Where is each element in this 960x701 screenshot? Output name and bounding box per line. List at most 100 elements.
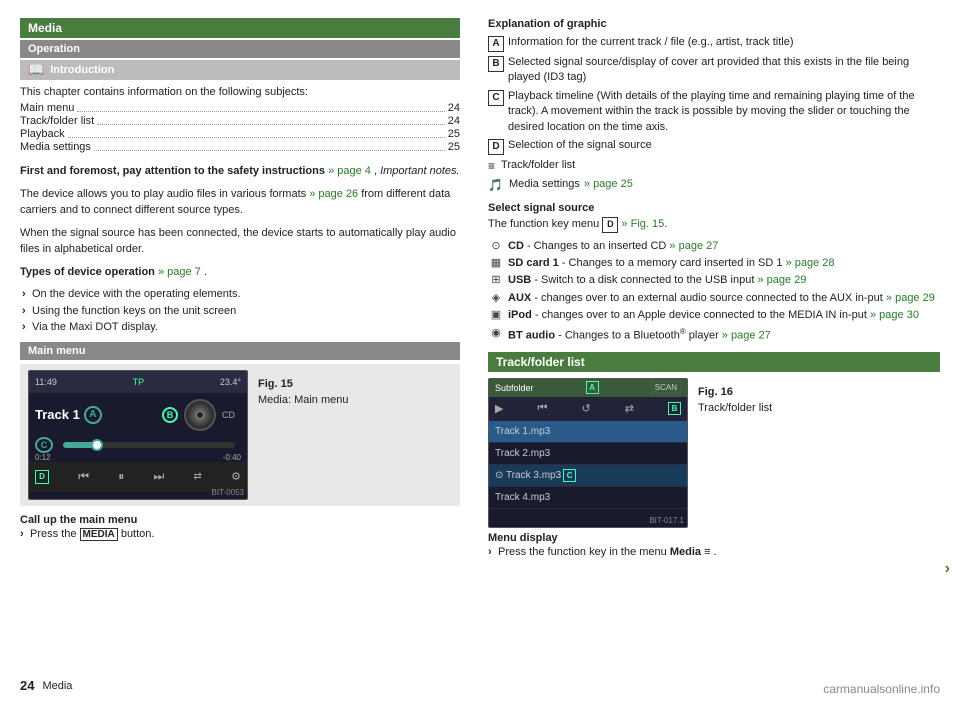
toc-playback: Playback [20, 128, 65, 140]
toc-row: Playback 25 [20, 128, 460, 140]
subfolder-label: Subfolder [495, 383, 534, 393]
signal-sd: ▦ SD card 1 - Changes to a memory card i… [488, 256, 940, 271]
aux-icon: ◈ [488, 291, 504, 306]
signal-ipod: ▣ iPod - changes over to an Apple device… [488, 308, 940, 323]
subfolder-bar: Subfolder A SCAN [489, 379, 687, 397]
skoda-cd-label: CD [222, 410, 235, 420]
list-item[interactable]: Track 1.mp3 [489, 421, 687, 443]
footer-label: Media [42, 680, 72, 692]
play-icon[interactable]: ▶ [495, 402, 503, 415]
skoda-time-row: 0:12 -0:40 [29, 453, 247, 462]
skoda-cd-area: B CD [156, 397, 241, 433]
call-up-section: Call up the main menu Press the MEDIA bu… [20, 514, 460, 543]
skoda-tp: TP [133, 377, 145, 387]
track-badge-c: C [563, 469, 576, 482]
track-folder-section: Subfolder A SCAN ▶ ⏮ ↺ ⇄ B Track 1.mp3 T… [488, 378, 940, 528]
badge-b: B [162, 407, 178, 423]
track-folder-line: ≡ Track/folder list [488, 158, 940, 175]
toc-intro: This chapter contains information on the… [20, 86, 460, 98]
signal-sources-list: ⊙ CD - Changes to an inserted CD » page … [488, 239, 940, 344]
para2: When the signal source has been connecte… [20, 225, 460, 258]
bt-icon: ◉ [488, 326, 504, 341]
safety-para: First and foremost, pay attention to the… [20, 163, 460, 180]
skoda-track-label: Track 1 A [35, 406, 102, 424]
left-column: Media Operation 📖 Introduction This chap… [20, 18, 460, 691]
skoda-track-row: Track 1 A B CD [29, 393, 247, 437]
explanation-title: Explanation of graphic [488, 18, 940, 30]
shuffle-icon: ⇄ [194, 471, 202, 482]
badge-d-signal: D [602, 217, 618, 233]
badge-d-exp: D [488, 139, 504, 155]
usb-icon: ⊞ [488, 273, 504, 288]
badge-c: C [35, 437, 53, 453]
skoda-ui-mockup: 11:49 TP 23.4° Track 1 A B [28, 370, 248, 500]
right-arrow-indicator: › [945, 560, 950, 578]
list-item[interactable]: ⊙ Track 3.mp3 C [489, 465, 687, 487]
ipod-icon: ▣ [488, 308, 504, 323]
list-item: On the device with the operating element… [22, 286, 460, 303]
toc-main-menu: Main menu [20, 102, 74, 114]
list-item[interactable]: Track 2.mp3 [489, 443, 687, 465]
track-badge-a: A [586, 381, 599, 394]
gear-icon: 🎵 [488, 177, 503, 194]
repeat-icon[interactable]: ↺ [581, 402, 590, 415]
shuffle-icon[interactable]: ⇄ [625, 402, 634, 415]
para1: The device allows you to play audio file… [20, 186, 460, 219]
badge-a-exp: A [488, 36, 504, 52]
toc-track-folder: Track/folder list [20, 115, 94, 127]
next-track-btn[interactable]: ⏭ [153, 469, 164, 484]
explanation-c: C Playback timeline (With details of the… [488, 89, 940, 135]
skoda-progress-bar[interactable] [63, 442, 235, 448]
badge-a: A [84, 406, 102, 424]
track-badge-b: B [668, 402, 681, 415]
types-header: Types of device operation » page 7 . [20, 264, 460, 281]
media-header: Media [20, 18, 460, 38]
signal-aux: ◈ AUX - changes over to an external audi… [488, 291, 940, 306]
main-menu-header: Main menu [20, 342, 460, 360]
toc-row: Main menu 24 [20, 102, 460, 114]
page-number: 24 [20, 678, 34, 693]
skoda-top-bar: 11:49 TP 23.4° [29, 371, 247, 393]
explanation-b: B Selected signal source/display of cove… [488, 55, 940, 86]
track-ui-mockup: Subfolder A SCAN ▶ ⏮ ↺ ⇄ B Track 1.mp3 T… [488, 378, 688, 528]
prev-track-btn[interactable]: ⏮ [78, 469, 89, 484]
list-icon: ≡ [488, 158, 495, 175]
track-folder-header: Track/folder list [488, 352, 940, 372]
scan-button[interactable]: SCAN [651, 381, 681, 394]
track-list: Track 1.mp3 Track 2.mp3 ⊙ Track 3.mp3 C … [489, 421, 687, 509]
toc-row: Track/folder list 24 [20, 115, 460, 127]
types-list: On the device with the operating element… [20, 286, 460, 336]
badge-b-exp: B [488, 56, 504, 72]
sd-icon: ▦ [488, 256, 504, 271]
select-signal-title: Select signal source [488, 202, 940, 214]
menu-display-title: Menu display [488, 532, 940, 544]
signal-bt: ◉ BT audio - Changes to a Bluetooth® pla… [488, 326, 940, 344]
main-menu-box: 11:49 TP 23.4° Track 1 A B [20, 364, 460, 506]
watermark: carmanualsonline.info [823, 682, 940, 696]
fig15-caption: Fig. 15 Media: Main menu [258, 370, 349, 406]
skip-back-icon[interactable]: ⏮ [538, 402, 548, 415]
bit-label: BIT-0053 [212, 488, 244, 497]
signal-cd: ⊙ CD - Changes to an inserted CD » page … [488, 239, 940, 254]
skoda-time: 11:49 [35, 377, 57, 387]
explanation-d: D Selection of the signal source [488, 138, 940, 155]
page-footer: 24 Media [20, 678, 72, 693]
toc-media-settings: Media settings [20, 141, 91, 153]
skoda-disc [184, 399, 216, 431]
track-bit-label: BIT-017.1 [649, 516, 684, 525]
right-column: Explanation of graphic A Information for… [488, 18, 940, 691]
list-item[interactable]: Track 4.mp3 [489, 487, 687, 509]
list-item: Using the function keys on the unit scre… [22, 303, 460, 320]
media-button[interactable]: MEDIA [80, 528, 118, 541]
explanation-a: A Information for the current track / fi… [488, 35, 940, 52]
play-pause-btn[interactable]: ⏸ [118, 469, 124, 484]
fig16-caption: Fig. 16 Track/folder list [698, 378, 772, 414]
cd-icon: ⊙ [488, 239, 504, 254]
settings-icon[interactable]: ⚙ [231, 470, 241, 483]
toc-row: Media settings 25 [20, 141, 460, 153]
media-settings-line: 🎵 Media settings » page 25 [488, 177, 940, 194]
skoda-progress-area: C [29, 437, 247, 453]
list-item: Via the Maxi DOT display. [22, 319, 460, 336]
menu-display-section: Menu display Press the function key in t… [488, 532, 940, 561]
skoda-temp: 23.4° [220, 377, 241, 387]
